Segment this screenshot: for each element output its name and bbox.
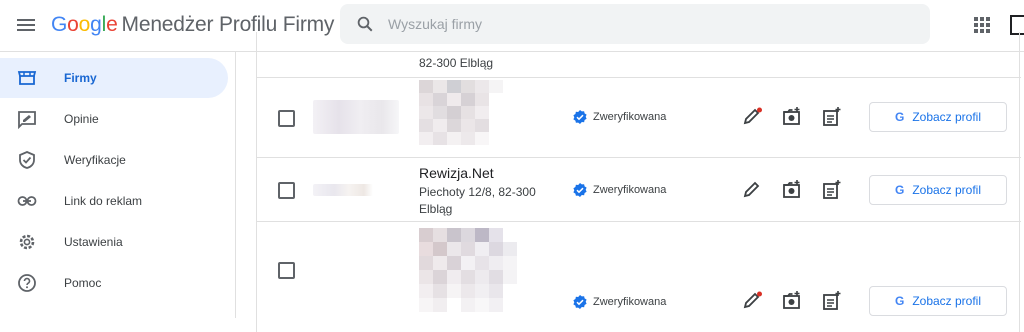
- sidebar-item-label: Pomoc: [64, 276, 102, 290]
- status-label: Zweryfikowana: [593, 111, 667, 123]
- status-label: Zweryfikowana: [593, 184, 667, 196]
- row-checkbox[interactable]: [278, 262, 295, 279]
- google-g-icon: G: [894, 294, 905, 308]
- storefront-icon: [17, 71, 37, 85]
- gear-icon: [19, 234, 35, 250]
- add-post-icon[interactable]: [821, 179, 843, 201]
- row-checkbox[interactable]: [278, 110, 295, 127]
- sidebar-item-opinie[interactable]: Opinie: [0, 99, 228, 139]
- table-row[interactable]: 82-300 Elbląg: [257, 32, 1021, 78]
- google-g-icon: G: [894, 183, 905, 197]
- verified-badge-icon: [573, 183, 587, 197]
- edit-icon[interactable]: [741, 179, 763, 201]
- notification-dot: [757, 291, 762, 297]
- help-icon: [18, 274, 36, 292]
- view-profile-button[interactable]: G Zobacz profil: [869, 286, 1007, 316]
- blurred-business-info: [419, 80, 503, 145]
- search-icon[interactable]: [356, 15, 374, 33]
- table-row[interactable]: Zweryfikowana G Zobacz profil: [257, 78, 1021, 158]
- verification-status: Zweryfikowana: [573, 110, 666, 124]
- review-icon: [18, 111, 36, 129]
- add-photo-icon[interactable]: [781, 106, 803, 128]
- button-label: Zobacz profil: [912, 294, 982, 308]
- business-address-city: Elbląg: [419, 202, 453, 216]
- table-row[interactable]: Rewizja.Net Piechoty 12/8, 82-300 Elbląg…: [257, 158, 1021, 222]
- blurred-business-info: [419, 228, 531, 312]
- verified-badge-icon: [573, 110, 587, 124]
- link-icon: [17, 196, 37, 206]
- verification-status: Zweryfikowana: [573, 183, 666, 197]
- sidebar-item-label: Opinie: [64, 112, 99, 126]
- button-label: Zobacz profil: [912, 110, 982, 124]
- sidebar-nav: Firmy Opinie Weryfikacje Link do reklam …: [0, 52, 236, 318]
- sidebar-item-label: Weryfikacje: [64, 153, 126, 167]
- add-photo-icon[interactable]: [781, 179, 803, 201]
- status-label: Zweryfikowana: [593, 296, 667, 308]
- add-photo-icon[interactable]: [781, 290, 803, 312]
- business-name[interactable]: Rewizja.Net: [419, 165, 494, 181]
- row-checkbox[interactable]: [278, 182, 295, 199]
- blurred-logo: [313, 100, 399, 134]
- sidebar-item-pomoc[interactable]: Pomoc: [0, 263, 228, 303]
- sidebar-item-weryfikacje[interactable]: Weryfikacje: [0, 140, 228, 180]
- blurred-logo: [313, 184, 373, 196]
- view-profile-button[interactable]: G Zobacz profil: [869, 175, 1007, 205]
- table-row[interactable]: Zweryfikowana G Zobacz profil: [257, 222, 1021, 318]
- business-address: 82-300 Elbląg: [419, 56, 494, 70]
- shield-check-icon: [19, 151, 35, 169]
- verification-status: Zweryfikowana: [573, 295, 666, 309]
- google-g-icon: G: [894, 110, 905, 124]
- business-table: 82-300 Elbląg Zweryfikowana G Zobacz pro…: [256, 32, 1021, 332]
- menu-icon[interactable]: [15, 16, 37, 36]
- sidebar-item-label: Ustawienia: [64, 235, 123, 249]
- sidebar-item-label: Firmy: [64, 71, 97, 85]
- verified-badge-icon: [573, 295, 587, 309]
- sidebar-item-firmy[interactable]: Firmy: [0, 58, 228, 98]
- notification-dot: [757, 107, 762, 113]
- add-post-icon[interactable]: [821, 106, 843, 128]
- sidebar-item-label: Link do reklam: [64, 194, 143, 208]
- edit-icon[interactable]: [741, 290, 763, 312]
- add-post-icon[interactable]: [821, 290, 843, 312]
- business-list-area: 82-300 Elbląg Zweryfikowana G Zobacz pro…: [236, 32, 1024, 332]
- view-profile-button[interactable]: G Zobacz profil: [869, 102, 1007, 132]
- button-label: Zobacz profil: [912, 183, 982, 197]
- edit-icon[interactable]: [741, 106, 763, 128]
- sidebar-item-link-do-reklam[interactable]: Link do reklam: [0, 181, 228, 221]
- sidebar-item-ustawienia[interactable]: Ustawienia: [0, 222, 228, 262]
- business-address: Piechoty 12/8, 82-300: [419, 185, 536, 199]
